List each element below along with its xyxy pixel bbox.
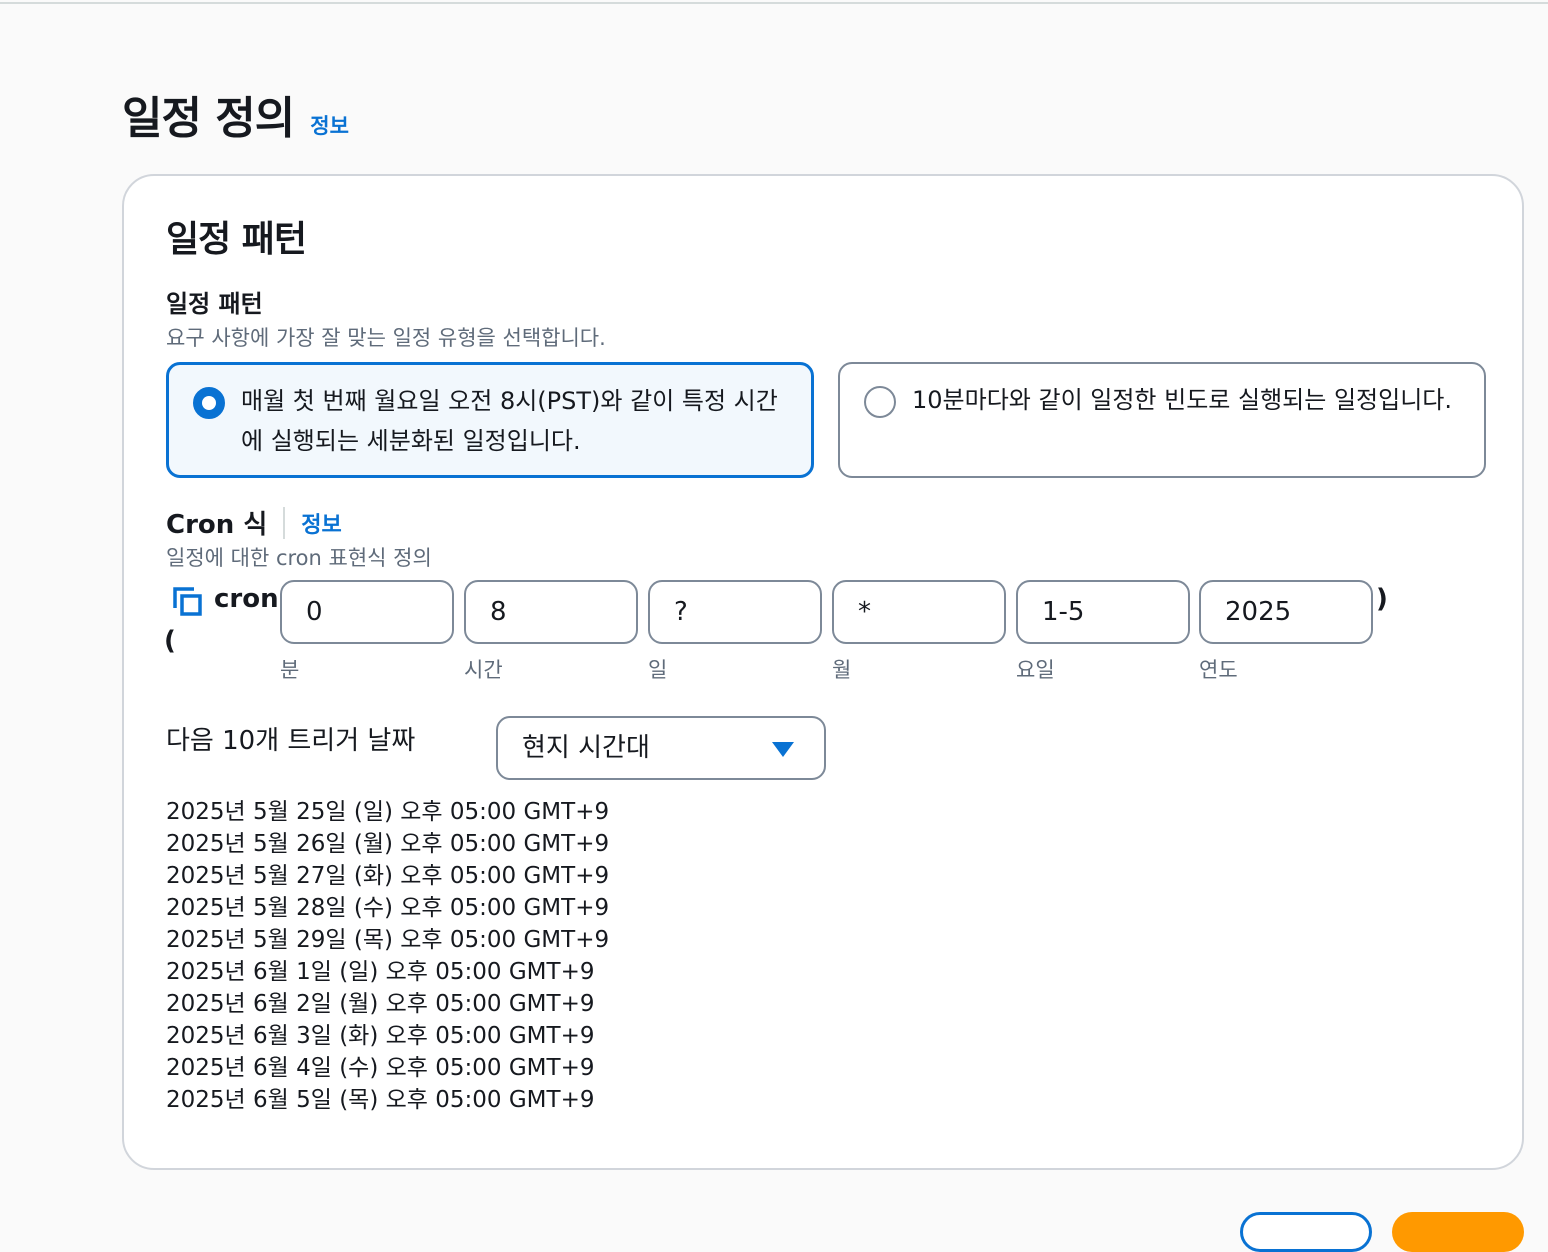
- trigger-date-item: 2025년 5월 29일 (목) 오후 05:00 GMT+9: [166, 927, 610, 953]
- top-divider: [0, 2, 1548, 4]
- trigger-date-item: 2025년 5월 27일 (화) 오후 05:00 GMT+9: [166, 863, 610, 889]
- cron-month-input[interactable]: *: [832, 580, 1006, 644]
- trigger-date-item: 2025년 5월 25일 (일) 오후 05:00 GMT+9: [166, 799, 610, 825]
- radio-unselected-icon[interactable]: [864, 386, 896, 418]
- open-paren: (: [164, 626, 176, 656]
- cron-prefix: cron: [214, 584, 279, 614]
- cron-day-of-month-input[interactable]: ?: [648, 580, 822, 644]
- radio-selected-icon[interactable]: [193, 387, 225, 419]
- label-divider: [283, 506, 286, 539]
- cron-year-input[interactable]: 2025: [1199, 580, 1373, 644]
- close-paren: ): [1376, 584, 1388, 614]
- trigger-date-item: 2025년 6월 3일 (화) 오후 05:00 GMT+9: [166, 1023, 595, 1049]
- cron-day-of-week-label: 요일: [1016, 658, 1055, 682]
- cron-description: 일정에 대한 cron 표현식 정의: [166, 546, 432, 570]
- cron-label-row: Cron 식 정보: [166, 504, 342, 541]
- cron-month-label: 월: [832, 658, 852, 682]
- cron-hours-input[interactable]: 8: [464, 580, 638, 644]
- trigger-dates-label: 다음 10개 트리거 날짜: [166, 726, 416, 756]
- cron-year-label: 연도: [1199, 658, 1238, 682]
- page-info-link[interactable]: 정보: [310, 110, 349, 140]
- cron-info-link[interactable]: 정보: [301, 507, 341, 539]
- cron-expression-label: Cron 식: [166, 510, 268, 540]
- schedule-pattern-description: 요구 사항에 가장 잘 맞는 일정 유형을 선택합니다.: [166, 326, 606, 350]
- tile-label: 10분마다와 같이 일정한 빈도로 실행되는 일정입니다.: [912, 386, 1452, 414]
- cron-minutes-input[interactable]: 0: [280, 580, 454, 644]
- tile-label: 매월 첫 번째 월요일 오전 8시(PST)와 같이 특정 시간에 실행되는 세…: [241, 387, 778, 455]
- tile-rate-based-schedule[interactable]: 10분마다와 같이 일정한 빈도로 실행되는 일정입니다.: [838, 362, 1486, 478]
- page-title: 일정 정의: [122, 93, 295, 144]
- secondary-button[interactable]: [1240, 1212, 1372, 1252]
- cron-day-of-week-input[interactable]: 1-5: [1016, 580, 1190, 644]
- trigger-date-item: 2025년 5월 28일 (수) 오후 05:00 GMT+9: [166, 895, 610, 921]
- container-title: 일정 패턴: [166, 219, 307, 260]
- trigger-date-item: 2025년 6월 2일 (월) 오후 05:00 GMT+9: [166, 991, 595, 1017]
- page-header: 일정 정의 정보: [122, 82, 349, 146]
- trigger-dates-list: 2025년 5월 25일 (일) 오후 05:00 GMT+9 2025년 5월…: [166, 796, 609, 1116]
- trigger-date-item: 2025년 6월 5일 (목) 오후 05:00 GMT+9: [166, 1087, 595, 1113]
- caret-down-icon: [772, 742, 794, 757]
- timezone-selected-value: 현지 시간대: [522, 733, 650, 763]
- timezone-select[interactable]: 현지 시간대: [496, 716, 826, 780]
- copy-icon[interactable]: [172, 586, 204, 618]
- primary-button[interactable]: [1392, 1212, 1524, 1252]
- cron-minutes-label: 분: [280, 658, 300, 682]
- cron-hours-label: 시간: [464, 658, 503, 682]
- trigger-date-item: 2025년 6월 1일 (일) 오후 05:00 GMT+9: [166, 959, 595, 985]
- trigger-date-item: 2025년 5월 26일 (월) 오후 05:00 GMT+9: [166, 831, 610, 857]
- cron-day-of-month-label: 일: [648, 658, 668, 682]
- trigger-date-item: 2025년 6월 4일 (수) 오후 05:00 GMT+9: [166, 1055, 595, 1081]
- tile-specific-time-schedule[interactable]: 매월 첫 번째 월요일 오전 8시(PST)와 같이 특정 시간에 실행되는 세…: [166, 362, 814, 478]
- schedule-pattern-label: 일정 패턴: [166, 290, 263, 318]
- schedule-pattern-container: 일정 패턴 일정 패턴 요구 사항에 가장 잘 맞는 일정 유형을 선택합니다.…: [122, 174, 1524, 1170]
